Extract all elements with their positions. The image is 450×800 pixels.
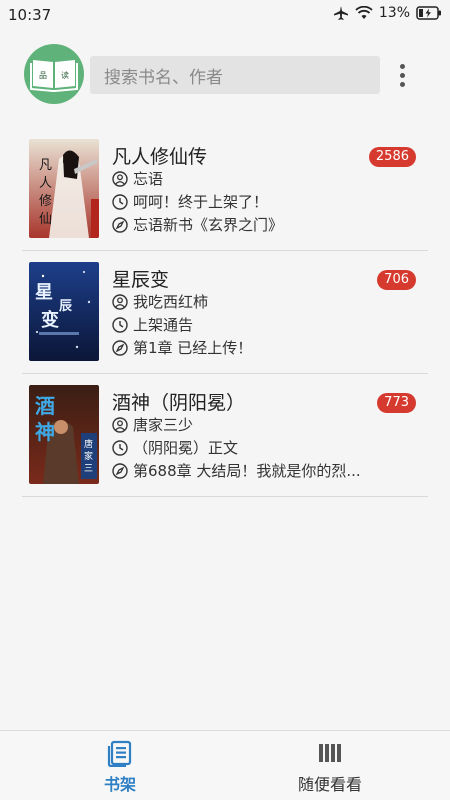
book-update: 忘语新书《玄界之门》	[133, 216, 284, 234]
book-update-row: 第1章 已经上传！	[112, 337, 252, 358]
compass-icon	[112, 462, 128, 479]
book-update-row: 忘语新书《玄界之门》	[112, 214, 283, 235]
update-count-badge: 773	[377, 393, 416, 413]
clock-icon	[112, 316, 128, 333]
book-logo-icon: 品 读	[30, 60, 78, 92]
user-icon	[112, 293, 128, 310]
book-author: 唐家三少	[133, 416, 194, 434]
book-latest: 上架通告	[133, 316, 194, 334]
svg-text:唐: 唐	[84, 438, 93, 450]
header: 品 读 搜索书名、作者	[0, 30, 450, 120]
list-item[interactable]: 酒 神 唐 家 三 酒神（阴阳冕） 773 唐家三少 （阴阳冕）正文 第688章…	[22, 374, 428, 497]
svg-text:辰: 辰	[59, 299, 73, 314]
book-author: 我吃西红柿	[133, 293, 209, 311]
compass-icon	[112, 339, 128, 356]
book-cover: 星 辰 变	[29, 262, 99, 361]
book-update: 第1章 已经上传！	[133, 339, 253, 357]
bottom-nav: 书架 随便看看	[0, 730, 450, 800]
user-icon	[112, 170, 128, 187]
book-author-row: 我吃西红柿	[112, 291, 208, 312]
svg-text:家: 家	[84, 450, 93, 462]
battery-percent: 13%	[378, 5, 410, 21]
compass-icon	[112, 216, 128, 233]
airplane-icon	[333, 6, 348, 20]
list-item[interactable]: 星 辰 变 星辰变 706 我吃西红柿 上架通告 第1章 已经上传！	[22, 251, 428, 374]
book-update-row: 第688章 大结局！我就是你的烈...	[112, 460, 361, 481]
book-author-row: 唐家三少	[112, 414, 193, 435]
book-author-row: 忘语	[112, 168, 163, 189]
svg-text:三: 三	[84, 464, 93, 474]
tab-random-label: 随便看看	[297, 775, 362, 794]
clock-icon	[112, 193, 128, 210]
svg-text:星: 星	[35, 282, 53, 303]
battery-icon	[416, 6, 441, 20]
clock-icon	[112, 439, 128, 456]
book-latest: 呵呵！终于上架了！	[133, 193, 269, 211]
book-latest-row: （阴阳冕）正文	[112, 437, 238, 458]
book-latest-row: 呵呵！终于上架了！	[112, 191, 268, 212]
logo-text-left: 品	[39, 71, 47, 80]
search-input[interactable]: 搜索书名、作者	[90, 56, 380, 94]
status-bar: 10:37 13%	[0, 0, 450, 30]
book-title: 酒神（阴阳冕）	[112, 392, 246, 414]
user-icon	[112, 416, 128, 433]
book-cover: 凡 人 修 仙	[29, 139, 99, 238]
bookshelf-icon	[107, 740, 132, 767]
svg-text:神: 神	[35, 420, 55, 444]
book-latest-row: 上架通告	[112, 314, 193, 335]
status-icons: 13%	[333, 5, 442, 21]
logo-text-right: 读	[61, 70, 69, 80]
tab-bookshelf[interactable]: 书架	[65, 739, 175, 795]
wifi-icon	[355, 6, 373, 19]
update-count-badge: 2586	[368, 147, 416, 167]
book-author: 忘语	[133, 170, 164, 188]
book-update: 第688章 大结局！我就是你的烈...	[133, 462, 361, 480]
svg-text:变: 变	[41, 309, 59, 331]
svg-text:修: 修	[39, 194, 52, 209]
search-placeholder: 搜索书名、作者	[104, 67, 223, 88]
random-browse-icon	[319, 744, 341, 762]
list-item[interactable]: 凡 人 修 仙 凡人修仙传 2586 忘语 呵呵！终于上架了！ 忘语新书《玄界之…	[22, 128, 428, 251]
svg-text:人: 人	[39, 176, 52, 191]
update-count-badge: 706	[377, 270, 416, 290]
more-vert-icon[interactable]	[390, 60, 414, 90]
status-time: 10:37	[8, 6, 52, 24]
book-list: 凡 人 修 仙 凡人修仙传 2586 忘语 呵呵！终于上架了！ 忘语新书《玄界之…	[0, 128, 450, 497]
tab-bookshelf-label: 书架	[103, 775, 136, 794]
book-cover: 酒 神 唐 家 三	[29, 385, 99, 484]
app-logo[interactable]: 品 读	[24, 44, 84, 104]
svg-text:仙: 仙	[39, 212, 52, 227]
svg-text:凡: 凡	[39, 158, 52, 173]
tab-random[interactable]: 随便看看	[275, 739, 385, 795]
svg-text:酒: 酒	[35, 394, 55, 418]
book-latest: （阴阳冕）正文	[133, 439, 239, 457]
book-title: 星辰变	[112, 269, 170, 291]
book-title: 凡人修仙传	[112, 146, 208, 168]
